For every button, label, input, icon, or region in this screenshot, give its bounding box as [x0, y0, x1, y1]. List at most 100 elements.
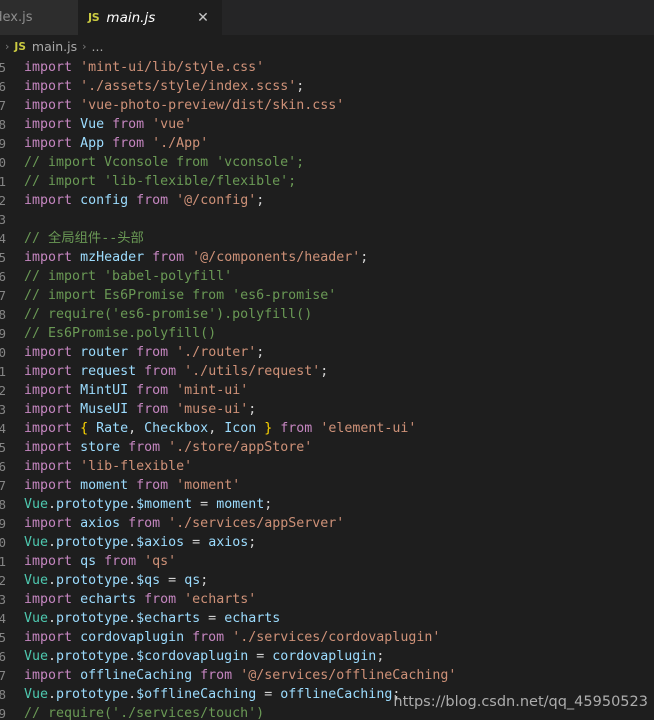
tab-index-js[interactable]: ndex.js	[0, 0, 78, 35]
code-text[interactable]: import App from './App'	[8, 134, 208, 153]
code-line[interactable]: 16 // import 'babel-polyfill'	[0, 267, 654, 286]
code-token-kw: from	[144, 364, 177, 379]
code-text[interactable]: Vue.prototype.$echarts = echarts	[8, 609, 280, 628]
code-line[interactable]: 20import router from './router';	[0, 343, 654, 362]
code-text[interactable]: // import Vconsole from 'vconsole';	[8, 153, 304, 172]
code-token-pun	[72, 516, 80, 531]
code-line[interactable]: 23import MuseUI from 'muse-ui';	[0, 400, 654, 419]
code-line[interactable]: 5 import 'mint-ui/lib/style.css'	[0, 58, 654, 77]
code-line[interactable]: 15import mzHeader from '@/components/hea…	[0, 248, 654, 267]
code-token-kw: from	[112, 136, 145, 151]
code-line[interactable]: 24import { Rate, Checkbox, Icon } from '…	[0, 419, 654, 438]
code-text[interactable]: import echarts from 'echarts'	[8, 590, 256, 609]
code-text[interactable]: import axios from './services/appServer'	[8, 514, 344, 533]
code-line[interactable]: 38Vue.prototype.$offlineCaching = offlin…	[0, 685, 654, 704]
code-text[interactable]: Vue.prototype.$offlineCaching = offlineC…	[8, 685, 400, 704]
breadcrumb-overflow[interactable]: ...	[92, 39, 104, 54]
code-line[interactable]: 11 // import 'lib-flexible/flexible';	[0, 172, 654, 191]
code-text[interactable]: Vue.prototype.$axios = axios;	[8, 533, 256, 552]
code-token-var: offlineCaching	[280, 687, 393, 702]
code-text[interactable]: import MintUI from 'mint-ui'	[8, 381, 248, 400]
breadcrumb[interactable]: › JS main.js › ...	[0, 35, 654, 58]
code-token-pun	[72, 421, 80, 436]
line-number: 13	[0, 212, 6, 227]
code-line[interactable]: 13	[0, 210, 654, 229]
code-text[interactable]: Vue.prototype.$cordovaplugin = cordovapl…	[8, 647, 384, 666]
code-line[interactable]: 30Vue.prototype.$axios = axios;	[0, 533, 654, 552]
code-token-pun: =	[200, 611, 225, 626]
tab-main-js[interactable]: JS main.js ✕	[78, 0, 222, 35]
code-line[interactable]: 19 // Es6Promise.polyfill()	[0, 324, 654, 343]
code-line[interactable]: 9 import App from './App'	[0, 134, 654, 153]
code-line[interactable]: 29import axios from './services/appServe…	[0, 514, 654, 533]
code-text[interactable]: import offlineCaching from '@/services/o…	[8, 666, 456, 685]
code-line[interactable]: 35import cordovaplugin from './services/…	[0, 628, 654, 647]
code-token-pun: =	[256, 687, 281, 702]
code-line[interactable]: 10 // import Vconsole from 'vconsole';	[0, 153, 654, 172]
code-token-str: '@/components/header'	[192, 250, 361, 265]
code-line[interactable]: 21import request from './utils/request';	[0, 362, 654, 381]
code-token-pun: ;	[320, 364, 329, 379]
close-icon[interactable]: ✕	[194, 11, 212, 25]
code-line[interactable]: 18 // require('es6-promise').polyfill()	[0, 305, 654, 324]
code-text[interactable]: import mzHeader from '@/components/heade…	[8, 248, 368, 267]
code-text[interactable]: // import Es6Promise from 'es6-promise'	[8, 286, 336, 305]
editor-tab-bar: ndex.js JS main.js ✕	[0, 0, 654, 35]
code-token-var: moment	[216, 497, 265, 512]
code-line[interactable]: 26import 'lib-flexible'	[0, 457, 654, 476]
code-text[interactable]: import Vue from 'vue'	[8, 115, 192, 134]
code-token-kw: import	[24, 630, 73, 645]
code-line[interactable]: 33import echarts from 'echarts'	[0, 590, 654, 609]
code-text[interactable]: import request from './utils/request';	[8, 362, 328, 381]
code-text[interactable]: Vue.prototype.$moment = moment;	[8, 495, 272, 514]
code-line[interactable]: 14 // 全局组件--头部	[0, 229, 654, 248]
code-line[interactable]: 39 // require('./services/touch')	[0, 704, 654, 720]
code-line[interactable]: 12import config from '@/config';	[0, 191, 654, 210]
breadcrumb-file[interactable]: main.js	[32, 39, 77, 54]
code-token-pun: ;	[256, 193, 265, 208]
code-text[interactable]: // Es6Promise.polyfill()	[8, 324, 216, 343]
code-text[interactable]: import 'mint-ui/lib/style.css'	[8, 58, 264, 77]
code-token-kw: import	[24, 421, 73, 436]
code-text[interactable]: import 'vue-photo-preview/dist/skin.css'	[8, 96, 344, 115]
code-line[interactable]: 28Vue.prototype.$moment = moment;	[0, 495, 654, 514]
code-token-pun: .	[128, 649, 137, 664]
code-editor[interactable]: 5 import 'mint-ui/lib/style.css' 6 import '…	[0, 58, 654, 720]
code-text[interactable]: import cordovaplugin from './services/co…	[8, 628, 440, 647]
line-number: 10	[0, 155, 6, 170]
code-line[interactable]: 25import store from './store/appStore'	[0, 438, 654, 457]
code-text[interactable]: import { Rate, Checkbox, Icon } from 'el…	[8, 419, 416, 438]
code-line[interactable]: 17 // import Es6Promise from 'es6-promise…	[0, 286, 654, 305]
code-line[interactable]: 22import MintUI from 'mint-ui'	[0, 381, 654, 400]
code-token-pun: ,	[128, 421, 145, 436]
code-line[interactable]: 27import moment from 'moment'	[0, 476, 654, 495]
code-line[interactable]: 6 import './assets/style/index.scss';	[0, 77, 654, 96]
code-line[interactable]: 32Vue.prototype.$qs = qs;	[0, 571, 654, 590]
code-token-var: Vue	[80, 117, 105, 132]
code-token-pun	[176, 592, 184, 607]
code-text[interactable]: import router from './router';	[8, 343, 264, 362]
code-token-kw: from	[128, 440, 161, 455]
code-text[interactable]: // 全局组件--头部	[8, 229, 144, 248]
code-token-pun	[168, 193, 176, 208]
code-text[interactable]: import 'lib-flexible'	[8, 457, 192, 476]
code-text[interactable]: // import 'lib-flexible/flexible';	[8, 172, 296, 191]
code-text[interactable]: // require('./services/touch')	[8, 704, 264, 720]
code-text[interactable]: import MuseUI from 'muse-ui';	[8, 400, 256, 419]
code-text[interactable]: // import 'babel-polyfill'	[8, 267, 232, 286]
code-text[interactable]: import store from './store/appStore'	[8, 438, 312, 457]
code-line[interactable]: 7 import 'vue-photo-preview/dist/skin.css…	[0, 96, 654, 115]
code-text[interactable]: import moment from 'moment'	[8, 476, 240, 495]
code-text[interactable]: import qs from 'qs'	[8, 552, 176, 571]
code-text[interactable]: // require('es6-promise').polyfill()	[8, 305, 312, 324]
code-text[interactable]: import './assets/style/index.scss';	[8, 77, 304, 96]
code-line[interactable]: 31import qs from 'qs'	[0, 552, 654, 571]
code-text[interactable]: import config from '@/config';	[8, 191, 264, 210]
code-token-pun	[72, 554, 80, 569]
line-number: 7	[0, 98, 6, 113]
code-text[interactable]: Vue.prototype.$qs = qs;	[8, 571, 208, 590]
code-line[interactable]: 8 import Vue from 'vue'	[0, 115, 654, 134]
code-line[interactable]: 36Vue.prototype.$cordovaplugin = cordova…	[0, 647, 654, 666]
code-line[interactable]: 37import offlineCaching from '@/services…	[0, 666, 654, 685]
code-line[interactable]: 34Vue.prototype.$echarts = echarts	[0, 609, 654, 628]
